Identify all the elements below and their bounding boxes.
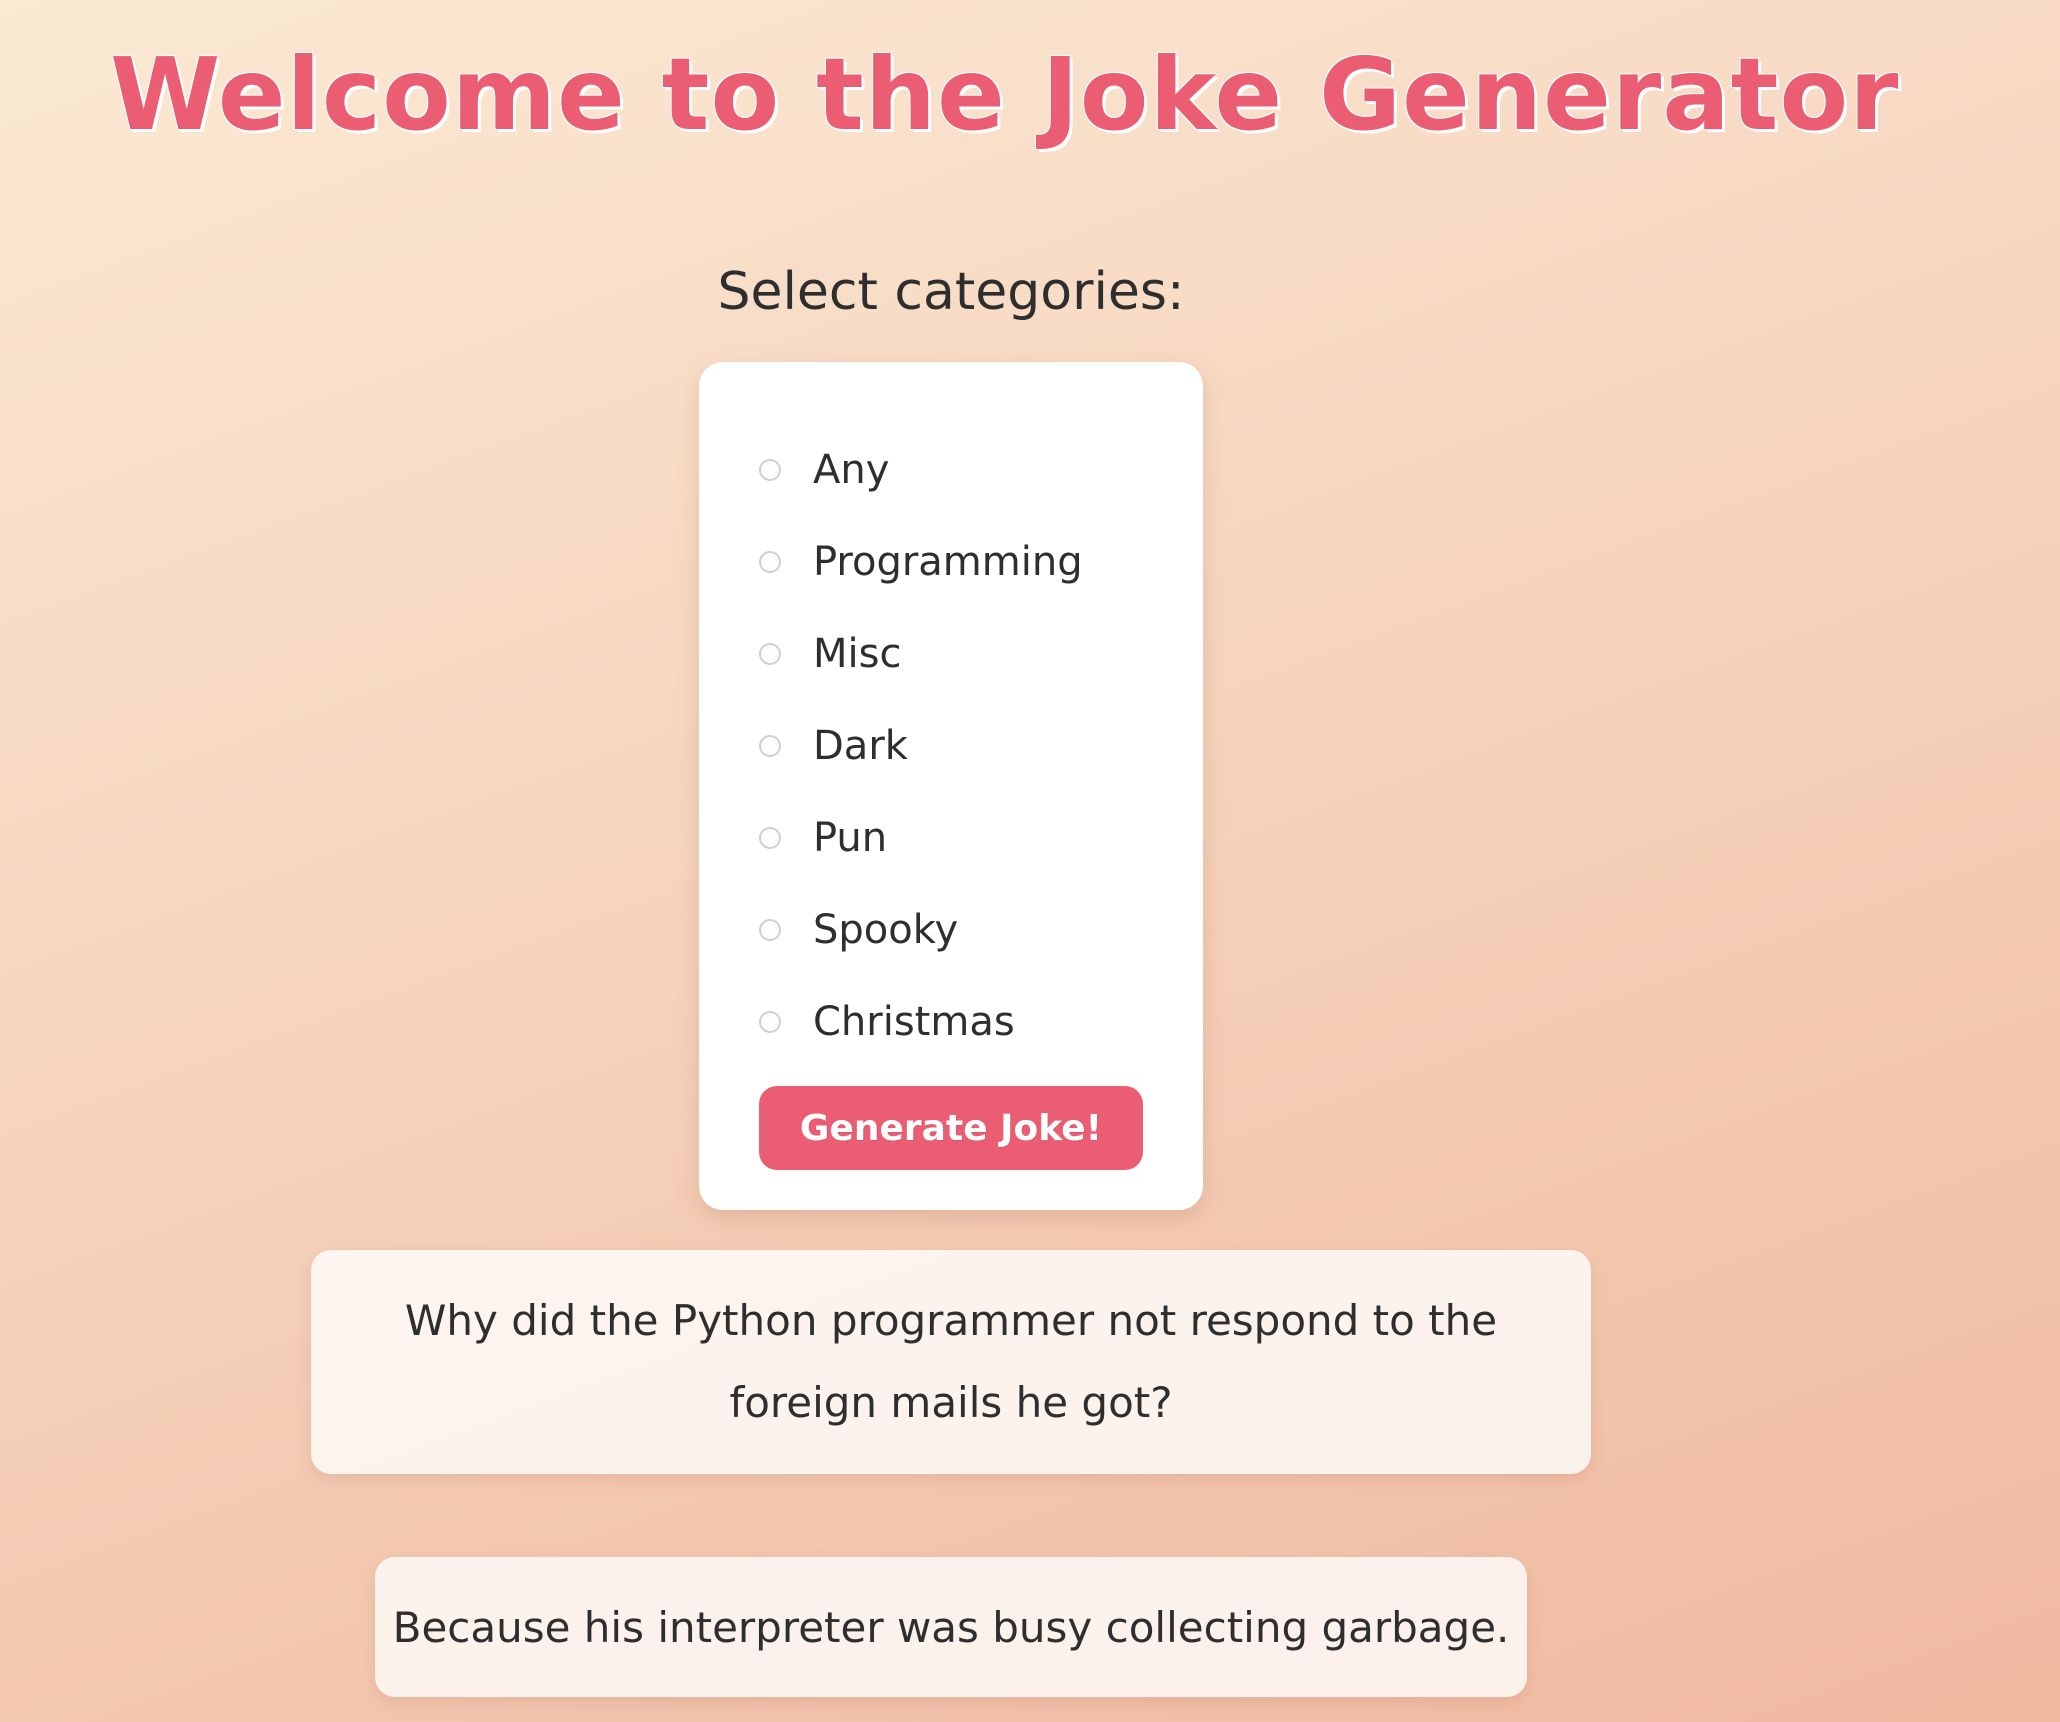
category-label-any: Any <box>813 447 890 493</box>
category-label-christmas: Christmas <box>813 999 1015 1045</box>
category-option-misc[interactable]: Misc <box>759 608 1083 700</box>
category-list: Any Programming Misc Dark Pun Spooky Chr… <box>759 424 1083 1068</box>
category-option-spooky[interactable]: Spooky <box>759 884 1083 976</box>
categories-label: Select categories: <box>717 262 1185 322</box>
radio-button[interactable] <box>759 919 781 941</box>
category-option-dark[interactable]: Dark <box>759 700 1083 792</box>
category-label-spooky: Spooky <box>813 907 959 953</box>
joke-delivery-text: Because his interpreter was busy collect… <box>375 1557 1527 1697</box>
generate-joke-button[interactable]: Generate Joke! <box>759 1086 1143 1170</box>
page-title: Welcome to the Joke Generator <box>110 36 1900 153</box>
radio-button[interactable] <box>759 643 781 665</box>
category-option-christmas[interactable]: Christmas <box>759 976 1083 1068</box>
radio-button[interactable] <box>759 1011 781 1033</box>
radio-button[interactable] <box>759 551 781 573</box>
category-label-programming: Programming <box>813 539 1083 585</box>
category-option-programming[interactable]: Programming <box>759 516 1083 608</box>
category-label-misc: Misc <box>813 631 902 677</box>
category-label-pun: Pun <box>813 815 888 861</box>
radio-button[interactable] <box>759 735 781 757</box>
category-label-dark: Dark <box>813 723 908 769</box>
category-option-any[interactable]: Any <box>759 424 1083 516</box>
radio-button[interactable] <box>759 459 781 481</box>
category-option-pun[interactable]: Pun <box>759 792 1083 884</box>
radio-button[interactable] <box>759 827 781 849</box>
category-card: Any Programming Misc Dark Pun Spooky Chr… <box>699 362 1203 1210</box>
joke-setup-text: Why did the Python programmer not respon… <box>311 1250 1591 1474</box>
